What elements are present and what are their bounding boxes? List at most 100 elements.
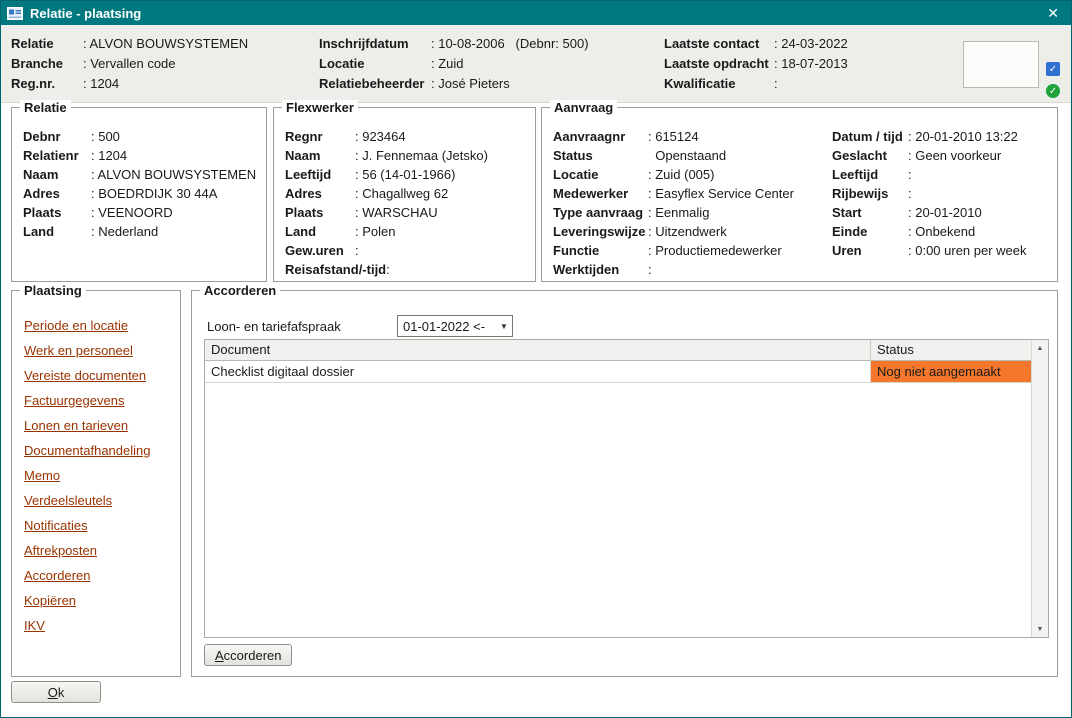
field-label: Land <box>23 222 91 241</box>
header-field: Relatiebeheerder: José Pieters <box>319 74 589 94</box>
group-accorderen: Accorderen Loon- en tariefafspraak 01-01… <box>191 290 1058 677</box>
field-label: Leeftijd <box>285 165 355 184</box>
plaatsing-link-aftrekposten[interactable]: Aftrekposten <box>24 544 180 557</box>
field-row: Status Openstaand <box>553 146 794 165</box>
plaatsing-link-ikv[interactable]: IKV <box>24 619 180 632</box>
field-value: : VEENOORD <box>91 205 173 220</box>
field-value: : 24-03-2022 <box>774 36 848 51</box>
field-label: Relatiebeheerder <box>319 74 431 94</box>
field-label: Leveringswijze <box>553 222 648 241</box>
field-label: Functie <box>553 241 648 260</box>
plaatsing-link-verdeelsleutels[interactable]: Verdeelsleutels <box>24 494 180 507</box>
field-label: Kwalificatie <box>664 74 774 94</box>
field-label: Locatie <box>319 54 431 74</box>
button-label: Accorderen <box>215 646 281 665</box>
field-value: : Onbekend <box>908 224 975 239</box>
plaatsing-link-kopieren[interactable]: Kopiëren <box>24 594 180 607</box>
plaatsing-link-factuurgegevens[interactable]: Factuurgegevens <box>24 394 180 407</box>
blue-check-icon[interactable]: ✓ <box>1046 62 1060 76</box>
field-label: Geslacht <box>832 146 908 165</box>
photo-placeholder <box>963 41 1039 88</box>
field-value: : 10-08-2006 (Debnr: 500) <box>431 36 589 51</box>
green-check-icon[interactable]: ✓ <box>1046 84 1060 98</box>
plaatsing-link-documentafhandeling[interactable]: Documentafhandeling <box>24 444 180 457</box>
field-label: Uren <box>832 241 908 260</box>
header-field: Branche: Vervallen code <box>11 54 248 74</box>
header-field: Kwalificatie: <box>664 74 848 94</box>
field-value: : Chagallweg 62 <box>355 186 448 201</box>
aanvraag-left-fields: Aanvraagnr: 615124 Status Openstaand Loc… <box>553 127 794 279</box>
window-title: Relatie - plaatsing <box>30 6 141 21</box>
field-value: : Vervallen code <box>83 56 176 71</box>
field-value: : Uitzendwerk <box>648 224 727 239</box>
column-header-status[interactable]: Status <box>871 340 1031 361</box>
plaatsing-link-periode-en-locatie[interactable]: Periode en locatie <box>24 319 180 332</box>
field-value: : 20-01-2010 13:22 <box>908 129 1018 144</box>
fieldset-legend: Relatie <box>20 100 71 115</box>
field-value: : 18-07-2013 <box>774 56 848 71</box>
field-row: Plaats: WARSCHAU <box>285 203 527 222</box>
plaatsing-link-accorderen[interactable]: Accorderen <box>24 569 180 582</box>
field-row: Gew.uren: <box>285 241 527 260</box>
cell-status: Nog niet aangemaakt <box>871 361 1031 383</box>
group-plaatsing: Plaatsing Periode en locatie Werk en per… <box>11 290 181 677</box>
column-header-document[interactable]: Document <box>205 340 871 361</box>
scroll-down-icon[interactable]: ▼ <box>1032 621 1048 637</box>
field-value: : 500 <box>91 129 120 144</box>
plaatsing-link-werk-en-personeel[interactable]: Werk en personeel <box>24 344 180 357</box>
field-label: Relatie <box>11 34 83 54</box>
loon-tariefafspraak-label: Loon- en tariefafspraak <box>207 319 341 334</box>
flexwerker-fields: Regnr: 923464 Naam: J. Fennemaa (Jetsko)… <box>274 108 535 279</box>
field-row: Medewerker: Easyflex Service Center <box>553 184 794 203</box>
field-value: : Zuid <box>431 56 464 71</box>
field-label: Plaats <box>23 203 91 222</box>
close-icon[interactable]: ✕ <box>1047 6 1059 20</box>
group-relatie: Relatie Debnr: 500 Relatienr: 1204 Naam:… <box>11 107 267 282</box>
plaatsing-link-memo[interactable]: Memo <box>24 469 180 482</box>
loon-tariefafspraak-select[interactable]: 01-01-2022 <- ▼ <box>397 315 513 337</box>
field-row: Leeftijd: <box>832 165 1027 184</box>
table-row[interactable]: Checklist digitaal dossier Nog niet aang… <box>205 361 1031 383</box>
field-value: : Polen <box>355 224 395 239</box>
header-field: Laatste opdracht: 18-07-2013 <box>664 54 848 74</box>
field-value: : Nederland <box>91 224 158 239</box>
field-row: Plaats: VEENOORD <box>23 203 258 222</box>
field-value: : <box>908 167 912 182</box>
field-row: Datum / tijd: 20-01-2010 13:22 <box>832 127 1027 146</box>
field-value: : 20-01-2010 <box>908 205 982 220</box>
relation-summary-header: Relatie: ALVON BOUWSYSTEMEN Branche: Ver… <box>1 25 1071 103</box>
field-row: Functie: Productiemedewerker <box>553 241 794 260</box>
field-value: : José Pieters <box>431 76 510 91</box>
header-field: Locatie: Zuid <box>319 54 589 74</box>
group-aanvraag: Aanvraag Aanvraagnr: 615124 Status Opens… <box>541 107 1058 282</box>
document-table: Document Status Checklist digitaal dossi… <box>204 339 1049 638</box>
field-label: Laatste opdracht <box>664 54 774 74</box>
header-field: Inschrijfdatum: 10-08-2006 (Debnr: 500) <box>319 34 589 54</box>
plaatsing-link-notificaties[interactable]: Notificaties <box>24 519 180 532</box>
cell-document[interactable]: Checklist digitaal dossier <box>205 361 871 383</box>
field-label: Regnr <box>285 127 355 146</box>
ok-button[interactable]: Ok <box>11 681 101 703</box>
field-row: Regnr: 923464 <box>285 127 527 146</box>
field-row: Einde: Onbekend <box>832 222 1027 241</box>
accorderen-button[interactable]: Accorderen <box>204 644 292 666</box>
field-label: Laatste contact <box>664 34 774 54</box>
field-label: Plaats <box>285 203 355 222</box>
field-row: Leveringswijze: Uitzendwerk <box>553 222 794 241</box>
header-field: Relatie: ALVON BOUWSYSTEMEN <box>11 34 248 54</box>
field-value: : ALVON BOUWSYSTEMEN <box>91 167 256 182</box>
field-row: Uren: 0:00 uren per week <box>832 241 1027 260</box>
vertical-scrollbar[interactable]: ▲ ▼ <box>1031 340 1048 637</box>
field-label: Status <box>553 146 648 165</box>
field-label: Einde <box>832 222 908 241</box>
field-row: Rijbewijs: <box>832 184 1027 203</box>
plaatsing-link-vereiste-documenten[interactable]: Vereiste documenten <box>24 369 180 382</box>
plaatsing-link-lonen-en-tarieven[interactable]: Lonen en tarieven <box>24 419 180 432</box>
field-label: Naam <box>23 165 91 184</box>
selected-option: 01-01-2022 <- <box>398 319 496 334</box>
field-label: Land <box>285 222 355 241</box>
scroll-up-icon[interactable]: ▲ <box>1032 340 1048 356</box>
field-value: : 56 (14-01-1966) <box>355 167 455 182</box>
field-value: : <box>774 76 778 91</box>
field-value: : 923464 <box>355 129 406 144</box>
